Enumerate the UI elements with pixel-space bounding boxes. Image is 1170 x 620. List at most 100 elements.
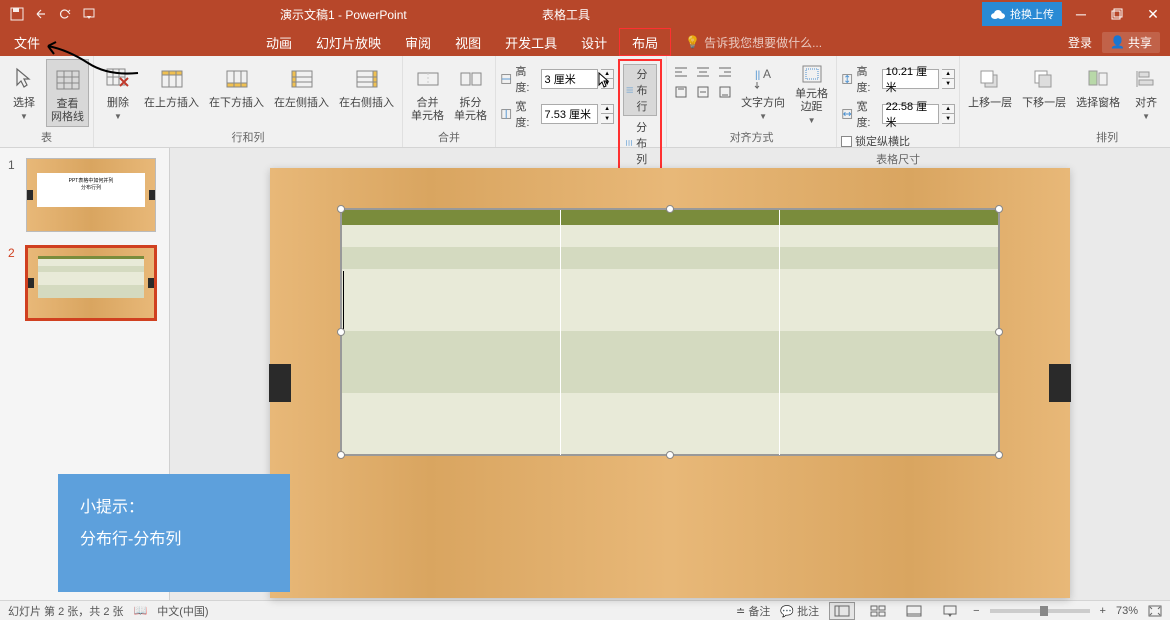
align-center-button[interactable] bbox=[693, 63, 713, 81]
comments-button[interactable]: 💬 批注 bbox=[780, 603, 819, 619]
document-title: 演示文稿1 - PowerPoint bbox=[280, 6, 407, 23]
menu-bar: 文件 动画 幻灯片放映 审阅 视图 开发工具 设计 布局 💡 告诉我您想要做什么… bbox=[0, 28, 1170, 56]
cell-margins-button[interactable]: 单元格 边距 ▼ bbox=[791, 59, 832, 127]
cell-height-input[interactable]: 高度: 3 厘米 ▲▼ bbox=[500, 63, 614, 95]
slideshow-view-button[interactable] bbox=[937, 602, 963, 620]
backward-icon bbox=[1028, 63, 1060, 95]
lock-aspect-checkbox[interactable]: 锁定纵横比 bbox=[841, 133, 955, 149]
cell-width-input[interactable]: 宽度: 7.53 厘米 ▲▼ bbox=[500, 98, 614, 130]
tab-developer[interactable]: 开发工具 bbox=[493, 28, 569, 56]
selection-handle[interactable] bbox=[995, 205, 1003, 213]
tab-design[interactable]: 设计 bbox=[569, 28, 619, 56]
selected-table[interactable] bbox=[340, 208, 1000, 456]
width-icon bbox=[841, 107, 853, 121]
send-backward-button[interactable]: 下移一层 bbox=[1018, 59, 1070, 127]
svg-text:||: || bbox=[755, 70, 760, 81]
align-top-button[interactable] bbox=[671, 83, 691, 101]
thumbnail-2[interactable]: 2 bbox=[8, 246, 161, 320]
insert-left-button[interactable]: 在左侧插入 bbox=[270, 59, 333, 127]
zoom-slider[interactable] bbox=[990, 609, 1090, 613]
notes-button[interactable]: ≐ 备注 bbox=[736, 603, 770, 619]
sorter-view-button[interactable] bbox=[865, 602, 891, 620]
spinner[interactable]: ▲▼ bbox=[942, 69, 955, 89]
merge-icon bbox=[412, 63, 444, 95]
margins-icon bbox=[796, 63, 828, 86]
zoom-in-button[interactable]: + bbox=[1100, 605, 1106, 617]
tell-me-search[interactable]: 💡 告诉我您想要做什么... bbox=[685, 28, 822, 56]
align-objects-icon bbox=[1130, 63, 1162, 95]
cloud-upload-button[interactable]: 抢换上传 bbox=[982, 2, 1062, 26]
language-indicator[interactable]: 中文(中国) bbox=[157, 603, 208, 619]
align-left-button[interactable] bbox=[671, 63, 691, 81]
table-row[interactable] bbox=[341, 269, 999, 331]
insert-right-icon bbox=[351, 63, 383, 95]
cursor-pointer-icon bbox=[598, 72, 612, 90]
table-row[interactable] bbox=[341, 393, 999, 455]
height-icon bbox=[500, 72, 512, 86]
table-height-input[interactable]: 高度: 10.21 厘米 ▲▼ bbox=[841, 63, 955, 95]
share-button[interactable]: 👤 共享 bbox=[1102, 32, 1160, 53]
ribbon: 选择 ▼ 查看 网格线 表 删除 ▼ 在上方插入 在下方插入 bbox=[0, 56, 1170, 148]
minimize-button[interactable]: ─ bbox=[1064, 0, 1098, 28]
table-row[interactable] bbox=[341, 331, 999, 393]
status-bar: 幻灯片 第 2 张，共 2 张 📖 中文(中国) ≐ 备注 💬 批注 − + 7… bbox=[0, 600, 1170, 620]
redo-icon[interactable] bbox=[56, 5, 74, 23]
selection-handle[interactable] bbox=[666, 205, 674, 213]
reading-view-button[interactable] bbox=[901, 602, 927, 620]
spinner[interactable]: ▲▼ bbox=[601, 104, 614, 124]
table-width-input[interactable]: 宽度: 22.58 厘米 ▲▼ bbox=[841, 98, 955, 130]
merge-cells-button[interactable]: 合并 单元格 bbox=[407, 59, 448, 127]
insert-right-button[interactable]: 在右侧插入 bbox=[335, 59, 398, 127]
tab-view[interactable]: 视图 bbox=[443, 28, 493, 56]
insert-above-button[interactable]: 在上方插入 bbox=[140, 59, 203, 127]
restore-button[interactable] bbox=[1100, 0, 1134, 28]
align-button[interactable]: 对齐 ▼ bbox=[1126, 59, 1166, 127]
pointer-icon bbox=[8, 63, 40, 95]
ribbon-group-arrange: 上移一层 下移一层 选择窗格 对齐 ▼ 组合 ▼ 旋转 bbox=[960, 56, 1170, 147]
normal-view-button[interactable] bbox=[829, 602, 855, 620]
chevron-down-icon: ▼ bbox=[20, 112, 28, 121]
text-direction-button[interactable]: ||A 文字方向 ▼ bbox=[737, 59, 789, 127]
save-icon[interactable] bbox=[8, 5, 26, 23]
chevron-down-icon: ▼ bbox=[1142, 112, 1150, 121]
annotation-arrow bbox=[38, 38, 148, 78]
tab-layout[interactable]: 布局 bbox=[619, 28, 671, 56]
start-icon[interactable] bbox=[80, 5, 98, 23]
align-right-button[interactable] bbox=[715, 63, 735, 81]
cloud-icon bbox=[990, 8, 1006, 20]
undo-icon[interactable] bbox=[32, 5, 50, 23]
thumbnail-1[interactable]: 1 PPT表格中如何并列分布行列 bbox=[8, 158, 161, 232]
selection-pane-button[interactable]: 选择窗格 bbox=[1072, 59, 1124, 127]
fit-window-button[interactable] bbox=[1148, 605, 1162, 617]
selection-handle[interactable] bbox=[337, 451, 345, 459]
width-icon bbox=[500, 107, 512, 121]
close-button[interactable]: ✕ bbox=[1136, 0, 1170, 28]
align-middle-button[interactable] bbox=[693, 83, 713, 101]
spinner[interactable]: ▲▼ bbox=[942, 104, 955, 124]
table-row[interactable] bbox=[341, 247, 999, 269]
login-link[interactable]: 登录 bbox=[1068, 34, 1092, 51]
selection-handle[interactable] bbox=[995, 451, 1003, 459]
align-bottom-button[interactable] bbox=[715, 83, 735, 101]
selection-handle[interactable] bbox=[337, 205, 345, 213]
zoom-out-button[interactable]: − bbox=[973, 605, 979, 617]
slide-editor[interactable] bbox=[170, 148, 1170, 600]
slide-handle-left bbox=[269, 364, 291, 402]
tab-animation[interactable]: 动画 bbox=[254, 28, 304, 56]
selection-handle[interactable] bbox=[337, 328, 345, 336]
chevron-down-icon: ▼ bbox=[759, 112, 767, 121]
checkbox-icon bbox=[841, 136, 852, 147]
zoom-level[interactable]: 73% bbox=[1116, 605, 1138, 617]
bring-forward-button[interactable]: 上移一层 bbox=[964, 59, 1016, 127]
selection-handle[interactable] bbox=[666, 451, 674, 459]
ribbon-group-alignment: ||A 文字方向 ▼ 单元格 边距 ▼ 对齐方式 bbox=[667, 56, 837, 147]
split-cells-button[interactable]: 拆分 单元格 bbox=[450, 59, 491, 127]
tab-review[interactable]: 审阅 bbox=[393, 28, 443, 56]
spellcheck-icon[interactable]: 📖 bbox=[134, 604, 148, 617]
insert-below-button[interactable]: 在下方插入 bbox=[205, 59, 268, 127]
table-row[interactable] bbox=[341, 225, 999, 247]
insert-above-icon bbox=[156, 63, 188, 95]
selection-handle[interactable] bbox=[995, 328, 1003, 336]
distribute-rows-button[interactable]: 分布行 bbox=[623, 64, 657, 116]
tab-slideshow[interactable]: 幻灯片放映 bbox=[304, 28, 393, 56]
